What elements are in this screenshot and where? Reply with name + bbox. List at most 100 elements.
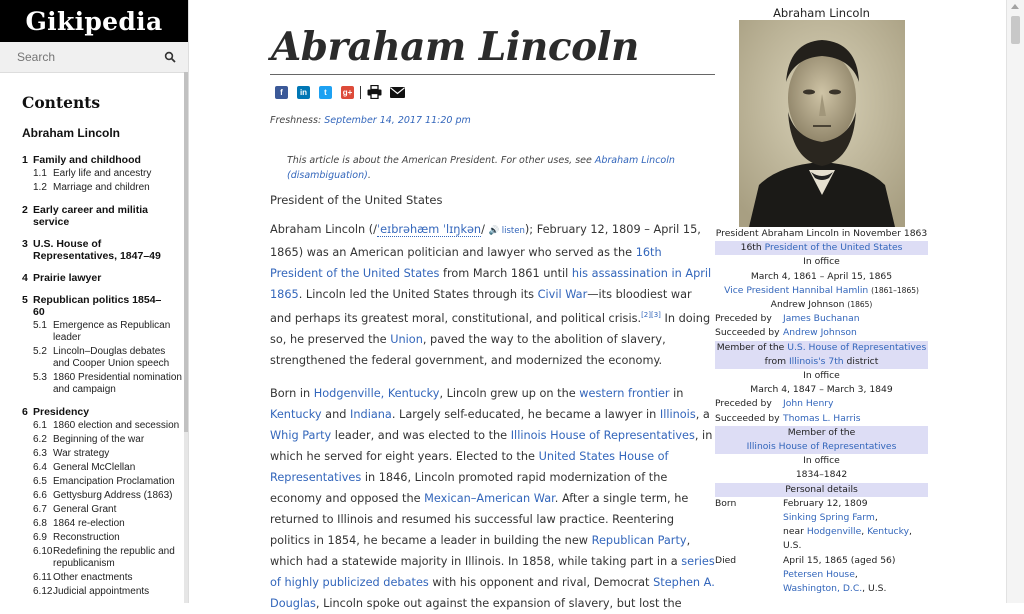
toc-subitem[interactable]: 6.3 War strategy [33, 448, 188, 460]
union-link[interactable]: Union [390, 333, 423, 346]
toc-subitem[interactable]: 6.8 1864 re-election [33, 518, 188, 530]
linkedin-icon[interactable]: in [297, 85, 310, 99]
search-icon[interactable] [164, 51, 176, 63]
toc-label: Emergence as Republican leader [53, 320, 171, 343]
row-label: Born [715, 497, 737, 509]
text: , a [695, 407, 710, 421]
page-scrollbar[interactable] [1006, 0, 1024, 603]
toc-subitem[interactable]: 6.1 1860 election and secession [33, 420, 188, 432]
personal-details-heading: Personal details [715, 482, 928, 497]
toc-label: Redefining the republic and republicanis… [53, 546, 175, 569]
toc-subitem[interactable]: 6.4 General McClellan [33, 462, 188, 474]
email-icon[interactable] [390, 86, 405, 98]
vice-president-link[interactable]: Vice President [724, 285, 789, 296]
row-label: Died [715, 554, 737, 566]
search-input[interactable] [17, 50, 147, 64]
text: , Lincoln grew up on the [439, 386, 580, 400]
indiana-link[interactable]: Indiana [350, 408, 392, 421]
toc-number: 6.7 [33, 504, 47, 515]
toc-label: Other enactments [53, 572, 133, 583]
toc-label: Family and childhood [33, 154, 141, 166]
toc-number: 3 [22, 238, 28, 250]
print-icon[interactable] [367, 85, 382, 99]
ipa-pronunciation-link[interactable]: ˈeɪbrəhæm ˈlɪŋkən [376, 223, 482, 237]
listen-audio-link[interactable]: 🔊 listen [489, 226, 525, 236]
scroll-up-arrow-icon[interactable] [1011, 4, 1019, 9]
president-office-link[interactable]: President of the United States [765, 242, 903, 253]
kentucky-link[interactable]: Kentucky [270, 408, 322, 421]
toc-label: Lincoln–Douglas debates and Cooper Union… [53, 346, 170, 369]
illinois-link[interactable]: Illinois [660, 408, 696, 421]
toc-subitem[interactable]: 6.7 General Grant [33, 504, 188, 516]
freshness-date-link[interactable]: September 14, 2017 11:20 pm [324, 115, 471, 126]
toc-subitem[interactable]: 6.2 Beginning of the war [33, 434, 188, 446]
site-logo[interactable]: Gikipedia [0, 0, 188, 42]
portrait-image[interactable] [739, 20, 905, 227]
toc-item[interactable]: 2 Early career and militia service [22, 204, 188, 228]
born-value: February 12, 1809 Sinking Spring Farm, n… [783, 497, 912, 552]
in-office-label: In office [803, 256, 840, 268]
toc-number: 6.9 [33, 532, 47, 543]
john-henry-link[interactable]: John Henry [783, 397, 928, 411]
toc-item[interactable]: 5 Republican politics 1854–60 [22, 294, 188, 318]
in-office-label: In office [803, 455, 840, 467]
hodgenville-link[interactable]: Hodgenville, Kentucky [314, 387, 440, 400]
mexican-american-war-link[interactable]: Mexican–American War [424, 492, 555, 505]
us-house-office-link[interactable]: U.S. House of Representatives [787, 342, 926, 353]
toc-number: 2 [22, 204, 28, 216]
text: . Lincoln led the United States through … [298, 288, 538, 301]
illinois-house-office-link[interactable]: Illinois House of Representatives [747, 441, 897, 452]
toc-item[interactable]: 4 Prairie lawyer [22, 272, 188, 284]
republican-party-link[interactable]: Republican Party [592, 534, 687, 547]
scrollbar-thumb[interactable] [1011, 16, 1020, 44]
toc-subitem[interactable]: 1.2 Marriage and children [33, 182, 188, 194]
toc-subitem[interactable]: 6.11 Other enactments [33, 572, 188, 584]
succeeded-row: Succeeded by Andrew Johnson [715, 326, 928, 340]
freshness-label: Freshness: [270, 115, 322, 126]
johnson-link[interactable]: Andrew Johnson [783, 326, 928, 340]
vp-years: (1865) [847, 300, 873, 310]
kentucky-infobox-link[interactable]: Kentucky [867, 526, 909, 537]
hodgenville-infobox-link[interactable]: Hodgenville [807, 526, 861, 537]
sinking-spring-link[interactable]: Sinking Spring Farm [783, 512, 875, 523]
toc-subitem[interactable]: 6.6 Gettysburg Address (1863) [33, 490, 188, 502]
illinois-house-link[interactable]: Illinois House of Representatives [511, 429, 695, 442]
toc-item[interactable]: 3 U.S. House of Representatives, 1847–49 [22, 238, 188, 262]
died-date: April 15, 1865 (aged 56) [783, 554, 896, 566]
district-link[interactable]: 's 7th [818, 356, 844, 367]
illinois-office-link[interactable]: Illinois [789, 356, 818, 367]
reference-link[interactable]: [2][3] [641, 311, 661, 319]
toc-label: Republican politics 1854–60 [33, 294, 162, 318]
twitter-icon[interactable]: t [319, 85, 332, 99]
preceded-row: Preceded by John Henry [715, 397, 928, 411]
toc-subitem[interactable]: 6.5 Emancipation Proclamation [33, 476, 188, 488]
buchanan-link[interactable]: James Buchanan [783, 312, 928, 326]
toc-subitem[interactable]: 6.10 Redefining the republic and republic… [33, 546, 188, 570]
hamlin-link[interactable]: Hannibal Hamlin [792, 285, 868, 296]
toc-subitem[interactable]: 1.1 Early life and ancestry [33, 168, 188, 180]
petersen-house-link[interactable]: Petersen House [783, 569, 855, 580]
toc-subitem[interactable]: 6.12 Judicial appointments [33, 586, 188, 598]
whig-party-link[interactable]: Whig Party [270, 429, 331, 442]
toc-subitem[interactable]: 5.1 Emergence as Republican leader [33, 320, 188, 344]
toc-number: 1 [22, 154, 28, 166]
vp-years: (1861–1865) [871, 285, 919, 295]
toc-item[interactable]: 6 Presidency [22, 406, 188, 418]
office-heading-house: Member of the U.S. House of Representati… [715, 340, 928, 370]
washington-link[interactable]: Washington, D.C. [783, 583, 862, 594]
google-plus-icon[interactable]: g+ [341, 85, 354, 99]
civil-war-link[interactable]: Civil War [538, 288, 588, 301]
row-label: Succeeded by [715, 412, 780, 424]
toc-subitem[interactable]: 5.3 1860 Presidential nomination and camp… [33, 372, 188, 396]
toc-item[interactable]: 1 Family and childhood [22, 154, 188, 166]
thomas-harris-link[interactable]: Thomas L. Harris [783, 412, 928, 426]
hatnote: This article is about the American Presi… [287, 155, 675, 181]
western-frontier-link[interactable]: western frontier [579, 387, 669, 400]
toc-subitem[interactable]: 5.2 Lincoln–Douglas debates and Cooper Un… [33, 346, 188, 370]
facebook-icon[interactable]: f [275, 85, 288, 99]
row-label: Succeeded by [715, 327, 780, 339]
toc-subitem[interactable]: 6.9 Reconstruction [33, 532, 188, 544]
country: U.S. [868, 583, 887, 595]
toc-item-top[interactable]: Abraham Lincoln [22, 126, 188, 140]
toc-scrollbar-thumb[interactable] [184, 72, 188, 432]
